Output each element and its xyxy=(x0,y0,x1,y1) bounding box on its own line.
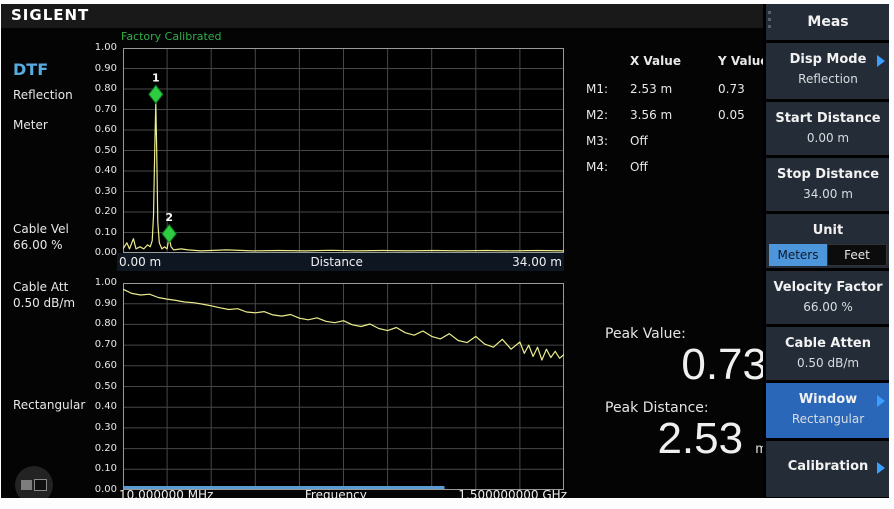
dtf-x-end-label: 34.00 m xyxy=(512,255,562,269)
marker-diamond[interactable] xyxy=(149,85,163,103)
y-tick-label: 0.00 xyxy=(95,484,117,495)
freq-chart-y-axis: 1.000.900.800.700.600.500.400.300.200.10… xyxy=(89,283,119,490)
y-tick-label: 0.40 xyxy=(95,165,117,176)
y-tick-label: 0.90 xyxy=(95,63,117,74)
y-tick-label: 0.00 xyxy=(95,247,117,258)
x-value-header: X Value xyxy=(630,54,718,68)
y-tick-label: 0.40 xyxy=(95,401,117,412)
y-tick-label: 0.50 xyxy=(95,381,117,392)
velocity-factor-button[interactable]: Velocity Factor 66.00 % xyxy=(766,271,889,324)
dtf-x-axis-title: Distance xyxy=(310,255,362,269)
cable-att-value: 0.50 dB/m xyxy=(13,296,75,310)
freq-x-axis-title: Frequency xyxy=(305,488,367,499)
y-tick-label: 0.60 xyxy=(95,360,117,371)
dtf-chart: 12 xyxy=(123,48,564,253)
unit-toggle: Meters Feet xyxy=(769,244,887,266)
menu-title: Meas xyxy=(766,4,889,40)
display-toggle-button[interactable] xyxy=(15,466,53,498)
submenu-arrow-icon xyxy=(877,55,885,67)
y-tick-label: 0.30 xyxy=(95,422,117,433)
y-tick-label: 0.80 xyxy=(95,83,117,94)
marker-row: M3:Off xyxy=(586,128,776,154)
freq-chart-x-axis: 10.000000 MHz Frequency 1.500000000 GHz xyxy=(117,488,569,498)
y-tick-label: 0.50 xyxy=(95,145,117,156)
marker-number-label: 2 xyxy=(165,211,173,224)
calibration-status: Factory Calibrated xyxy=(121,30,222,43)
menu-panel: Meas Disp Mode Reflection Start Distance… xyxy=(763,4,889,498)
y-tick-label: 0.10 xyxy=(95,227,117,238)
menu-grip-dots-icon xyxy=(768,11,771,28)
dtf-chart-y-axis: 1.000.900.800.700.600.500.400.300.200.10… xyxy=(89,48,119,253)
unit-button: Unit Meters Feet xyxy=(766,214,889,268)
y-tick-label: 0.80 xyxy=(95,318,117,329)
top-bar: SIGLENT xyxy=(1,4,763,28)
y-tick-label: 1.00 xyxy=(95,42,117,53)
unit-option-meters[interactable]: Meters xyxy=(769,244,827,266)
window-readout: Rectangular xyxy=(13,398,85,412)
y-tick-label: 0.10 xyxy=(95,463,117,474)
submenu-arrow-icon xyxy=(877,395,885,407)
y-tick-label: 0.20 xyxy=(95,443,117,454)
unit-readout: Meter xyxy=(13,118,48,132)
peak-distance-block: Peak Distance: 2.53 m xyxy=(599,400,767,462)
marker-table-header: X Value Y Value xyxy=(586,54,776,68)
marker-row: M4:Off xyxy=(586,154,776,180)
y-tick-label: 0.70 xyxy=(95,339,117,350)
cable-att-label: Cable Att xyxy=(13,280,68,294)
siglent-logo: SIGLENT xyxy=(11,6,89,24)
y-tick-label: 1.00 xyxy=(95,277,117,288)
display-toggle-icon xyxy=(21,480,32,490)
cable-vel-value: 66.00 % xyxy=(13,238,63,252)
start-distance-button[interactable]: Start Distance 0.00 m xyxy=(766,102,889,155)
dtf-chart-x-axis: 0.00 m Distance 34.00 m xyxy=(117,253,564,271)
unit-option-feet[interactable]: Feet xyxy=(827,244,887,266)
marker-row: M1:2.53 m0.73 xyxy=(586,76,776,102)
y-tick-label: 0.60 xyxy=(95,124,117,135)
marker-table: X Value Y Value M1:2.53 m0.73M2:3.56 m0.… xyxy=(586,54,776,180)
freq-x-end-label: 1.500000000 GHz xyxy=(458,488,567,499)
y-tick-label: 0.70 xyxy=(95,104,117,115)
device-screenshot: SIGLENT Factory Calibrated DTF Reflectio… xyxy=(0,0,894,509)
stop-distance-button[interactable]: Stop Distance 34.00 m xyxy=(766,158,889,211)
mode-readout-dtf: DTF xyxy=(13,60,48,79)
marker-diamond[interactable] xyxy=(162,225,176,243)
marker-row: M2:3.56 m0.05 xyxy=(586,102,776,128)
peak-value-number: 0.73 xyxy=(599,342,767,388)
marker-number-label: 1 xyxy=(152,71,160,84)
dtf-x-start-label: 0.00 m xyxy=(119,255,161,269)
instrument-screen: SIGLENT Factory Calibrated DTF Reflectio… xyxy=(1,4,889,498)
peak-distance-number: 2.53 m xyxy=(599,416,767,462)
cable-atten-button[interactable]: Cable Atten 0.50 dB/m xyxy=(766,327,889,380)
y-tick-label: 0.90 xyxy=(95,298,117,309)
freq-chart xyxy=(123,283,564,490)
display-mode-readout: Reflection xyxy=(13,88,73,102)
cable-vel-label: Cable Vel xyxy=(13,222,69,236)
y-tick-label: 0.20 xyxy=(95,206,117,217)
submenu-arrow-icon xyxy=(877,462,885,474)
peak-value-block: Peak Value: 0.73 xyxy=(599,326,767,388)
disp-mode-button[interactable]: Disp Mode Reflection xyxy=(766,43,889,99)
y-tick-label: 0.30 xyxy=(95,186,117,197)
window-button[interactable]: Window Rectangular xyxy=(766,383,889,438)
freq-x-start-label: 10.000000 MHz xyxy=(119,488,213,499)
calibration-button[interactable]: Calibration xyxy=(766,441,889,497)
